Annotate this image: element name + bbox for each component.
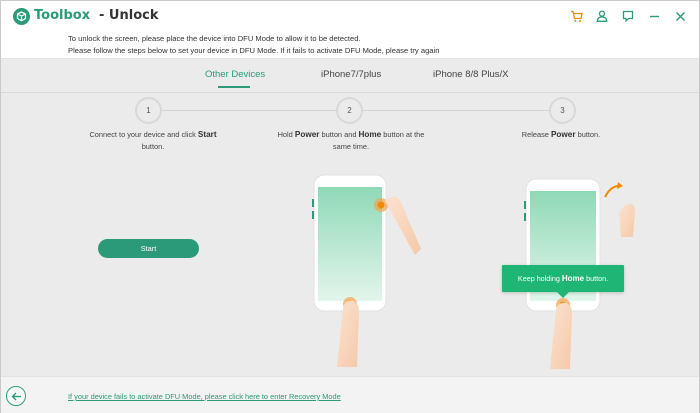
step-2-circle: 2: [336, 97, 363, 124]
start-button[interactable]: Start: [98, 239, 199, 258]
stepper-connector: [362, 110, 550, 111]
tab-iphone7[interactable]: iPhone7/7plus: [321, 69, 381, 80]
close-icon[interactable]: [667, 7, 693, 25]
titlebar-controls: [563, 7, 693, 25]
account-icon[interactable]: [589, 7, 615, 25]
active-tab-indicator: [218, 86, 250, 88]
tooltip-text-bold: Home: [561, 274, 585, 283]
step-3-text-post: button.: [575, 130, 601, 139]
minimize-icon[interactable]: [641, 7, 667, 25]
tooltip-text-pre: Keep holding: [517, 274, 560, 283]
recovery-mode-link[interactable]: If your device fails to activate DFU Mod…: [68, 392, 341, 401]
cart-icon[interactable]: [563, 7, 589, 25]
page-title: - Unlock: [99, 8, 159, 23]
toolbox-logo-icon: [13, 8, 30, 25]
step-2-text-pre: Hold: [277, 130, 295, 139]
step-3-text-bold: Power: [550, 130, 576, 139]
tooltip-arrow: [557, 292, 569, 298]
step-3-circle: 3: [549, 97, 576, 124]
tab-other-devices[interactable]: Other Devices: [205, 69, 265, 80]
instruction-line-2: Please follow the steps below to set you…: [68, 46, 440, 55]
phone-hold-buttons-illustration: [312, 174, 421, 367]
step-1-text-bold: Start: [197, 130, 217, 139]
step-2-text-mid: button and: [319, 130, 359, 139]
step-2-text: Hold Power button and Home button at the…: [271, 129, 431, 153]
step-number: 1: [146, 106, 151, 115]
instruction-line-1: To unlock the screen, please place the d…: [68, 34, 361, 43]
feedback-icon[interactable]: [615, 7, 641, 25]
unlock-window: Toolbox - Unlock To unlock the screen, p…: [0, 0, 700, 413]
footer-bar: If your device fails to activate DFU Mod…: [1, 376, 699, 413]
step-3-text: Release Power button.: [501, 129, 621, 141]
tooltip-text-post: button.: [586, 274, 609, 283]
back-button[interactable]: [6, 386, 26, 406]
device-tabs: Other Devices iPhone7/7plus iPhone 8/8 P…: [1, 59, 699, 93]
tab-iphone8-x[interactable]: iPhone 8/8 Plus/X: [433, 69, 509, 80]
step-1-text-pre: Connect to your device and click: [89, 130, 198, 139]
step-number: 3: [560, 106, 565, 115]
back-arrow-icon: [11, 392, 21, 400]
stepper-connector: [161, 110, 337, 111]
step-1-circle: 1: [135, 97, 162, 124]
title-bar: Toolbox - Unlock: [1, 1, 699, 31]
step-2-text-bold: Power: [294, 130, 320, 139]
app-name: Toolbox: [34, 8, 91, 23]
step-1-text-post: button.: [141, 142, 165, 151]
keep-holding-tooltip: Keep holding Home button.: [502, 265, 624, 292]
step-1-text: Connect to your device and click Start b…: [83, 129, 223, 153]
step-3-text-pre: Release: [521, 130, 551, 139]
step-number: 2: [347, 106, 352, 115]
instructions-bar: To unlock the screen, please place the d…: [1, 31, 699, 59]
step-2-text-bold2: Home: [358, 130, 382, 139]
